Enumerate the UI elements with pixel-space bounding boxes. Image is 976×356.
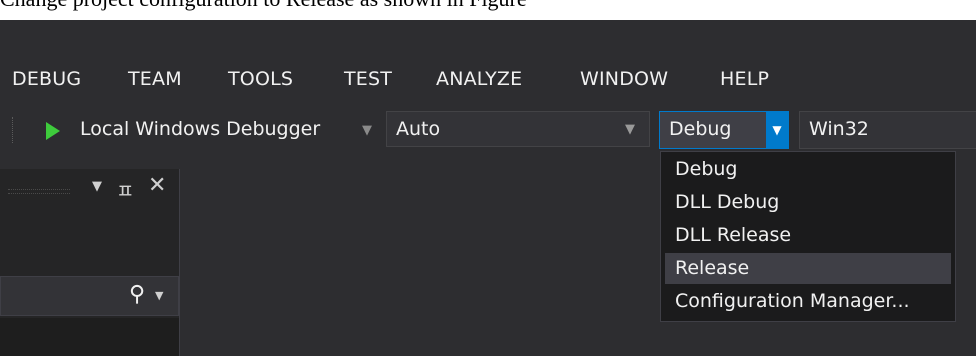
panel-grip[interactable] xyxy=(8,189,70,194)
solution-platform-combo[interactable]: Win32 xyxy=(799,111,976,149)
menu-analyze[interactable]: ANALYZE xyxy=(436,68,522,90)
dropdown-item-dll-debug[interactable]: DLL Debug xyxy=(665,187,951,218)
close-icon[interactable]: ✕ xyxy=(148,173,166,198)
menu-test[interactable]: TEST xyxy=(344,68,392,90)
menu-debug[interactable]: DEBUG xyxy=(12,68,81,90)
panel-content xyxy=(0,318,179,356)
pin-icon[interactable]: ㅍ xyxy=(116,175,134,204)
menu-bar: DEBUG TEAM TOOLS TEST ANALYZE WINDOW HEL… xyxy=(0,58,976,98)
chevron-down-icon[interactable]: ▼ xyxy=(625,122,635,137)
platform-value: Win32 xyxy=(809,118,869,140)
menu-help[interactable]: HELP xyxy=(720,68,769,90)
dropdown-item-debug[interactable]: Debug xyxy=(665,154,951,185)
solution-mode-value: Auto xyxy=(396,118,441,140)
debugger-chevron-down-icon[interactable]: ▼ xyxy=(362,123,372,138)
start-debugger-button[interactable]: Local Windows Debugger xyxy=(80,118,320,140)
caption-text: Change project configuration to Release … xyxy=(0,0,527,11)
dropdown-item-dll-release[interactable]: DLL Release xyxy=(665,220,951,251)
solution-mode-combo[interactable]: Auto ▼ xyxy=(386,111,650,147)
tool-window-panel: ▼ ㅍ ✕ ⚲ ▼ xyxy=(0,169,180,356)
dropdown-item-configuration-manager[interactable]: Configuration Manager... xyxy=(665,286,951,317)
configuration-value: Debug xyxy=(669,118,732,140)
chevron-down-icon[interactable]: ▼ xyxy=(766,112,788,148)
play-icon[interactable] xyxy=(46,122,60,140)
search-options-chevron-down-icon[interactable]: ▼ xyxy=(155,289,163,302)
dropdown-item-release[interactable]: Release xyxy=(665,253,951,284)
menu-team[interactable]: TEAM xyxy=(128,68,182,90)
toolbar-grip[interactable] xyxy=(12,117,17,143)
figure-caption: Change project configuration to Release … xyxy=(0,0,976,20)
menu-window[interactable]: WINDOW xyxy=(580,68,668,90)
search-icon[interactable]: ⚲ xyxy=(129,282,145,307)
search-input[interactable]: ⚲ ▼ xyxy=(0,276,179,316)
solution-configuration-combo[interactable]: Debug ▼ xyxy=(659,111,789,149)
menu-tools[interactable]: TOOLS xyxy=(228,68,293,90)
panel-header: ▼ ㅍ ✕ xyxy=(0,169,179,211)
configuration-dropdown-list: Debug DLL Debug DLL Release Release Conf… xyxy=(660,151,956,322)
panel-menu-chevron-down-icon[interactable]: ▼ xyxy=(92,179,102,194)
